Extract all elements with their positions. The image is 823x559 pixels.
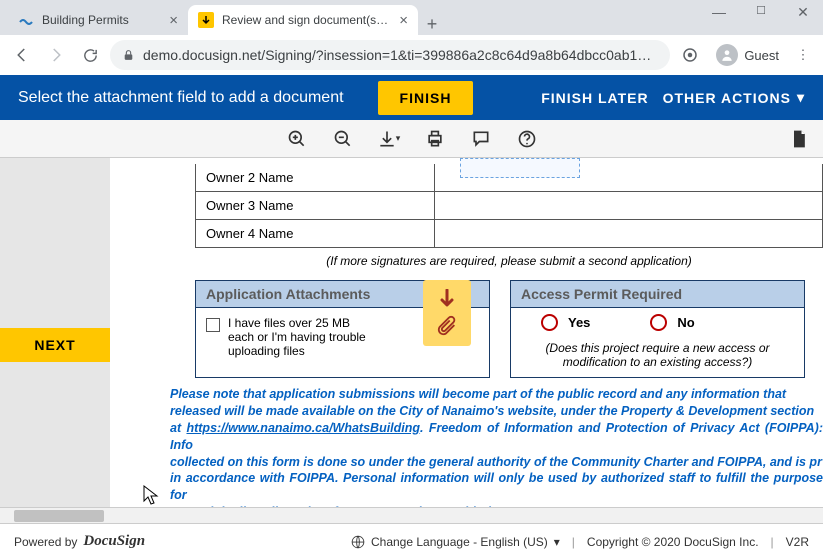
help-button[interactable] (515, 127, 539, 151)
docusign-logo: DocuSign (83, 533, 145, 550)
owner-name-label: Owner 2 Name (195, 164, 435, 192)
paperclip-icon (436, 315, 458, 337)
checkbox-label: I have files over 25 MB each or I'm havi… (228, 316, 376, 358)
caret-down-icon: ▾ (554, 535, 560, 549)
copyright-text: Copyright © 2020 DocuSign Inc. (587, 535, 759, 549)
finish-later-button[interactable]: FINISH LATER (541, 90, 648, 106)
address-bar[interactable]: demo.docusign.net/Signing/?insession=1&t… (110, 40, 670, 70)
owner-sig-cell (435, 192, 823, 220)
tab-title: Review and sign document(s) | D (222, 13, 391, 27)
tab-favicon-icon (198, 12, 214, 28)
access-no-radio[interactable]: No (650, 314, 694, 331)
incognito-icon[interactable] (676, 41, 704, 69)
download-button[interactable]: ▾ (377, 127, 401, 151)
access-question: (Does this project require a new access … (521, 333, 794, 369)
window-minimize[interactable]: — (707, 4, 731, 21)
cursor-icon (143, 485, 159, 507)
tab-close-icon[interactable]: × (169, 12, 178, 29)
tab-close-icon[interactable]: × (399, 12, 408, 29)
attachment-field[interactable] (423, 280, 471, 346)
profile-label: Guest (744, 48, 779, 63)
horizontal-scrollbar[interactable] (0, 507, 823, 523)
owner-sig-cell (435, 220, 823, 248)
tab-title: Building Permits (42, 13, 161, 27)
legal-notice: Please note that application submissions… (170, 386, 823, 507)
globe-icon (351, 535, 365, 549)
radio-label: No (677, 315, 694, 330)
scrollbar-thumb[interactable] (14, 510, 104, 522)
nav-back-button[interactable] (8, 41, 36, 69)
attachments-panel: Application Attachments I have files ove… (195, 280, 490, 378)
large-files-checkbox[interactable]: I have files over 25 MB each or I'm havi… (206, 316, 376, 358)
access-yes-radio[interactable]: Yes (541, 314, 590, 331)
powered-by: Powered by DocuSign (14, 533, 145, 550)
avatar-icon (716, 44, 738, 66)
version-text: V2R (786, 535, 809, 549)
caret-down-icon: ▾ (797, 89, 805, 106)
radio-icon (541, 314, 558, 331)
change-language-button[interactable]: Change Language - English (US) ▾ (351, 535, 560, 549)
other-actions-button[interactable]: OTHER ACTIONS ▾ (663, 89, 805, 106)
access-permit-panel: Access Permit Required Yes No (Does this… (510, 280, 805, 378)
lock-icon (122, 49, 135, 62)
checkbox-icon (206, 318, 220, 332)
owner-name-label: Owner 3 Name (195, 192, 435, 220)
language-label: Change Language - English (US) (371, 535, 548, 549)
new-tab-button[interactable]: + (418, 14, 446, 35)
browser-tab[interactable]: Building Permits × (8, 5, 188, 35)
zoom-in-button[interactable] (285, 127, 309, 151)
owner-name-label: Owner 4 Name (195, 220, 435, 248)
instruction-text: Select the attachment field to add a doc… (18, 89, 344, 107)
url-text: demo.docusign.net/Signing/?insession=1&t… (143, 47, 658, 63)
next-button[interactable]: NEXT (0, 328, 110, 362)
signature-preview (460, 158, 580, 178)
print-button[interactable] (423, 127, 447, 151)
radio-label: Yes (568, 315, 590, 330)
access-permit-title: Access Permit Required (511, 281, 804, 308)
browser-menu-button[interactable]: ⋮ (791, 47, 815, 63)
nav-reload-button[interactable] (76, 41, 104, 69)
comment-button[interactable] (469, 127, 493, 151)
radio-icon (650, 314, 667, 331)
signature-note: (If more signatures are required, please… (195, 248, 823, 274)
finish-button[interactable]: FINISH (378, 81, 474, 115)
arrow-down-icon (439, 289, 455, 311)
whats-building-link[interactable]: https://www.nanaimo.ca/WhatsBuilding (186, 421, 420, 435)
browser-tab[interactable]: Review and sign document(s) | D × (188, 5, 418, 35)
documents-panel-button[interactable] (787, 127, 811, 151)
window-maximize[interactable]: ☐ (749, 4, 773, 21)
zoom-out-button[interactable] (331, 127, 355, 151)
profile-button[interactable]: Guest (710, 42, 785, 68)
tab-favicon-icon (18, 12, 34, 28)
window-close[interactable]: ✕ (791, 4, 815, 21)
document-page: Owner 2 Name Owner 3 Name Owner 4 Name (… (110, 158, 823, 507)
other-actions-label: OTHER ACTIONS (663, 90, 791, 106)
nav-forward-button (42, 41, 70, 69)
